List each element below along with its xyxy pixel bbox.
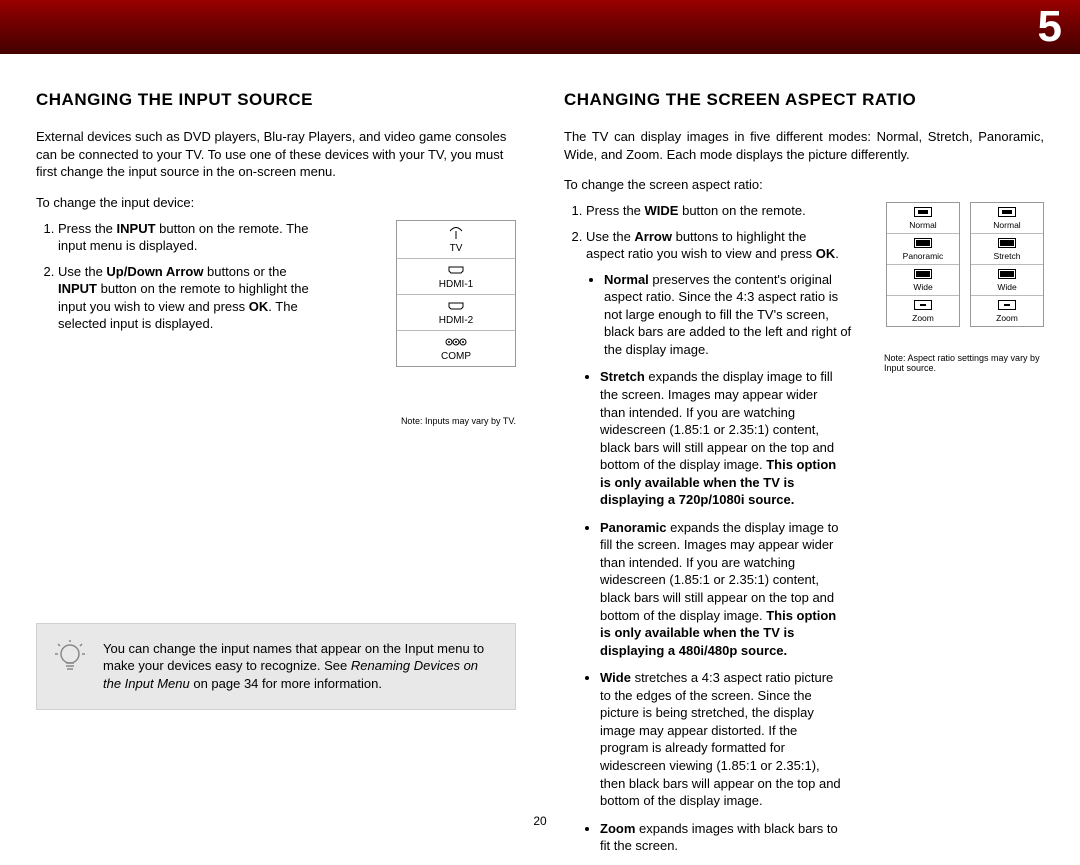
input-item-hdmi1: HDMI-1 — [397, 259, 515, 295]
left-step-1: Press the INPUT button on the remote. Th… — [58, 220, 326, 255]
section-title-input: CHANGING THE INPUT SOURCE — [36, 90, 516, 110]
aspect-col-1: Normal Panoramic Wide Zoom — [886, 202, 960, 327]
component-icon — [397, 337, 515, 349]
left-steps-wrap: Press the INPUT button on the remote. Th… — [36, 220, 516, 333]
input-item-tv: TV — [397, 221, 515, 259]
aspect-bullets: Stretch expands the display image to fil… — [564, 368, 844, 854]
page-content: CHANGING THE INPUT SOURCE External devic… — [0, 54, 1080, 865]
bullet-zoom: Zoom expands images with black bars to f… — [600, 820, 844, 855]
bullet-stretch: Stretch expands the display image to fil… — [600, 368, 844, 508]
list-intro: To change the input device: — [36, 195, 516, 210]
left-step-2: Use the Up/Down Arrow buttons or the INP… — [58, 263, 326, 333]
tip-text: You can change the input names that appe… — [103, 640, 497, 693]
left-column: CHANGING THE INPUT SOURCE External devic… — [36, 90, 516, 865]
left-steps: Press the INPUT button on the remote. Th… — [36, 220, 326, 333]
hdmi-icon — [397, 265, 515, 277]
right-steps: Press the WIDE button on the remote. Use… — [564, 202, 844, 358]
right-steps-wrap: Press the WIDE button on the remote. Use… — [564, 202, 1044, 855]
intro-text-aspect: The TV can display images in five differ… — [564, 128, 1044, 163]
chapter-header: 5 — [0, 0, 1080, 54]
aspect-col-2: Normal Stretch Wide Zoom — [970, 202, 1044, 327]
bullet-normal: Normal preserves the content's original … — [604, 271, 854, 359]
bullet-wide: Wide stretches a 4:3 aspect ratio pictur… — [600, 669, 844, 809]
chapter-number: 5 — [1038, 2, 1062, 52]
input-menu-graphic: TV HDMI-1 HDMI-2 — [396, 220, 516, 367]
aspect-note: Note: Aspect ratio settings may vary by … — [884, 353, 1044, 373]
right-column: CHANGING THE SCREEN ASPECT RATIO The TV … — [564, 90, 1044, 865]
intro-text: External devices such as DVD players, Bl… — [36, 128, 516, 181]
list-intro-aspect: To change the screen aspect ratio: — [564, 177, 1044, 192]
bullet-panoramic: Panoramic expands the display image to f… — [600, 519, 844, 659]
page-number: 20 — [533, 814, 546, 828]
input-menu-note: Note: Inputs may vary by TV. — [396, 416, 516, 426]
antenna-icon — [397, 227, 515, 241]
input-item-hdmi2: HDMI-2 — [397, 295, 515, 331]
right-step-1: Press the WIDE button on the remote. — [586, 202, 844, 220]
aspect-ratio-graphic: Normal Panoramic Wide Zoom Normal Stretc… — [886, 202, 1044, 327]
right-step-2: Use the Arrow buttons to highlight the a… — [586, 228, 844, 359]
section-title-aspect: CHANGING THE SCREEN ASPECT RATIO — [564, 90, 1044, 110]
lightbulb-icon — [55, 640, 85, 681]
hdmi-icon — [397, 301, 515, 313]
input-item-comp: COMP — [397, 331, 515, 366]
tip-box: You can change the input names that appe… — [36, 623, 516, 710]
